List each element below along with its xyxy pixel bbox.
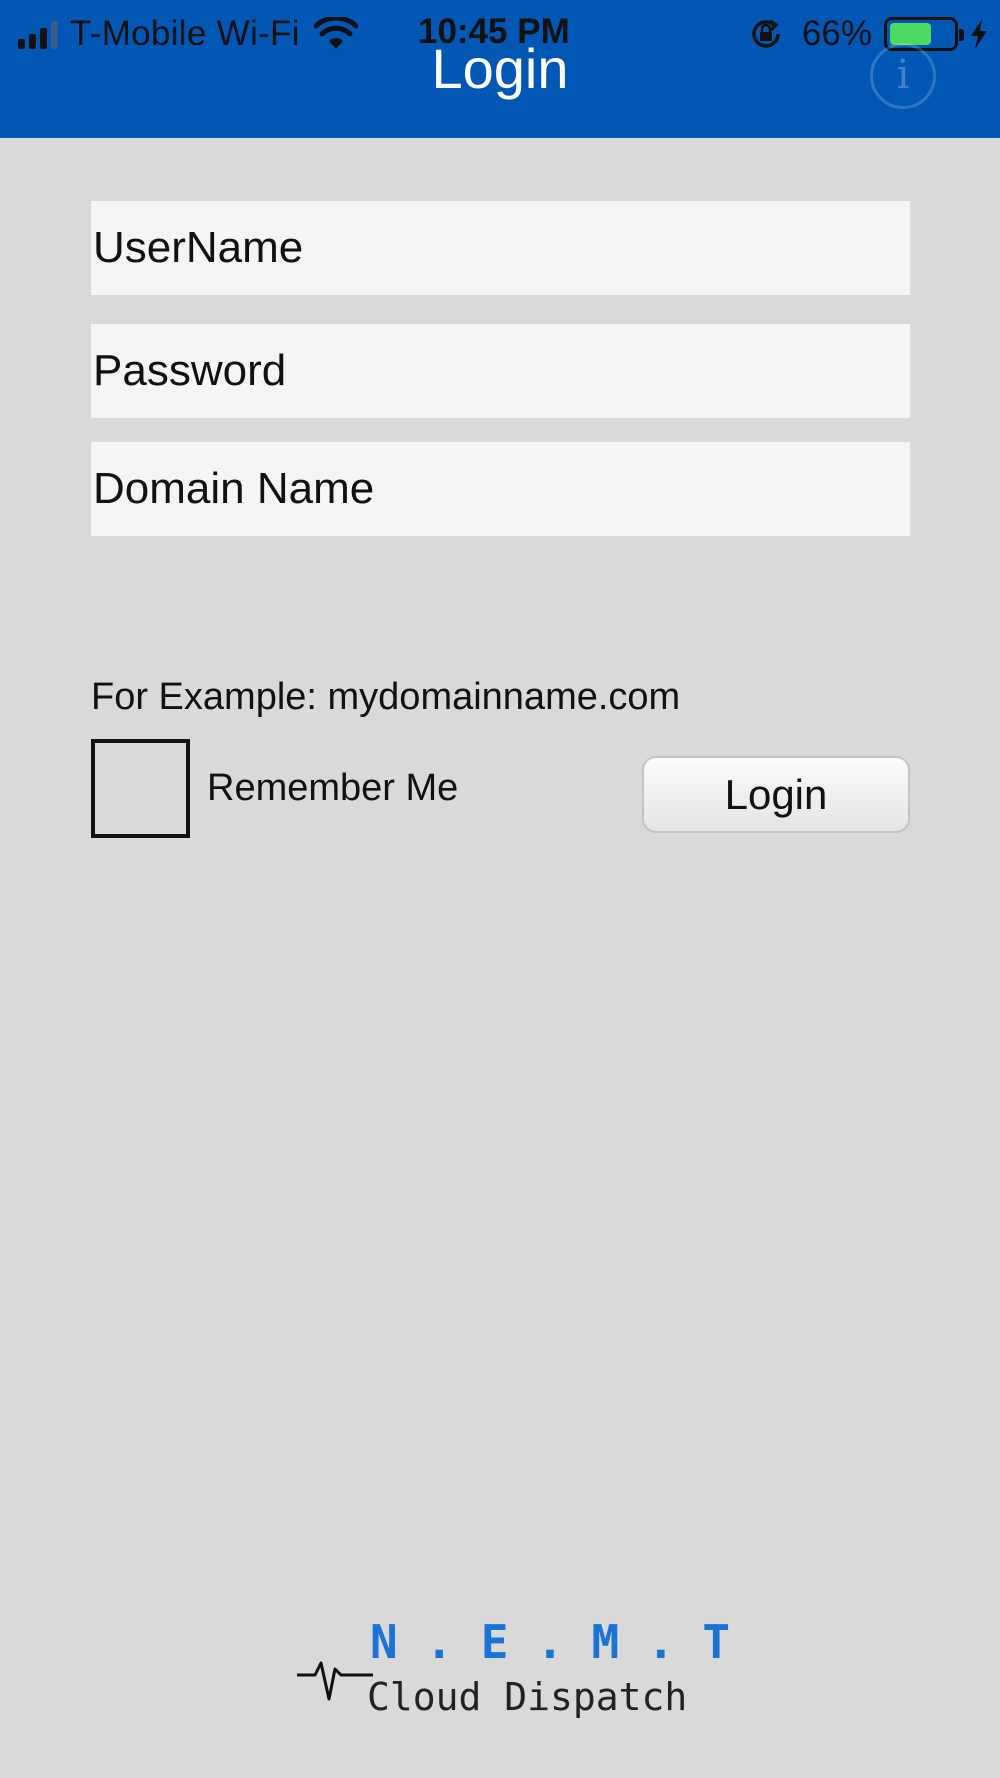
info-icon[interactable]: i <box>870 43 936 109</box>
heartbeat-pulse-icon <box>297 1661 373 1701</box>
login-button[interactable]: Login <box>642 756 910 833</box>
nemt-logo: N . E . M . T Cloud Dispatch <box>295 1615 730 1725</box>
remember-me-checkbox[interactable] <box>91 739 190 838</box>
login-screen: T-Mobile Wi-Fi 10:45 PM 66% Login i User… <box>0 0 1000 1778</box>
password-field[interactable] <box>91 324 910 418</box>
username-field[interactable] <box>91 201 910 295</box>
navigation-bar: T-Mobile Wi-Fi 10:45 PM 66% Login i <box>0 0 1000 138</box>
domain-name-field[interactable] <box>91 442 910 536</box>
remember-me-label: Remember Me <box>207 767 459 809</box>
logo-subtitle: Cloud Dispatch <box>367 1675 688 1719</box>
page-title: Login <box>431 37 569 100</box>
domain-example-hint: For Example: mydomainname.com <box>91 676 681 718</box>
logo-title: N . E . M . T <box>370 1615 731 1669</box>
